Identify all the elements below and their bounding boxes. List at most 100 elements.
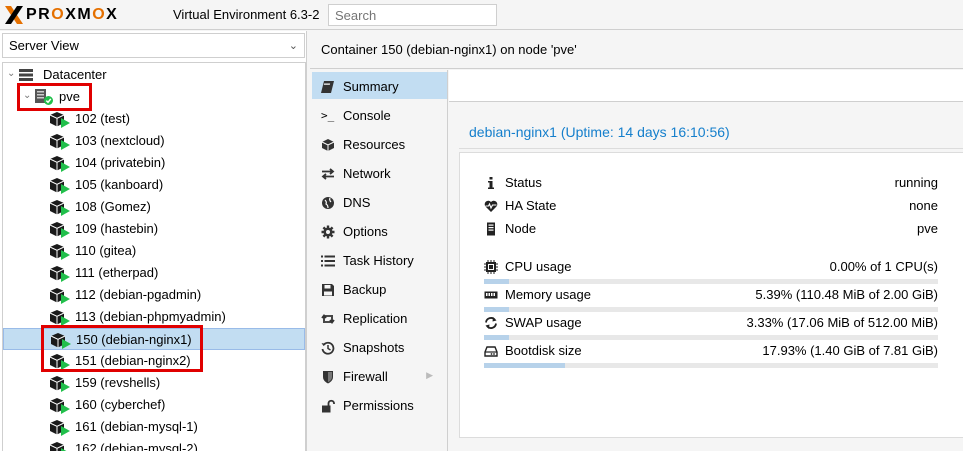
nav-firewall[interactable]: Firewall ▶: [312, 362, 447, 389]
nav-dns[interactable]: DNS: [312, 188, 447, 215]
swap-usage-label: SWAP usage: [505, 315, 582, 330]
nav-network[interactable]: Network: [312, 159, 447, 186]
cpu-usage-bar: [484, 279, 938, 284]
nav-resources[interactable]: Resources: [312, 130, 447, 157]
container-running-icon: [49, 178, 70, 194]
tree-label: 160 (cyberchef): [75, 397, 166, 412]
memory-usage-value: 5.39% (110.48 MiB of 2.00 GiB): [755, 287, 938, 302]
unlock-icon: [322, 399, 335, 413]
nav-backup[interactable]: Backup: [312, 275, 447, 302]
container-running-icon: [49, 200, 70, 216]
tree-item-container[interactable]: 159 (revshells): [3, 372, 305, 394]
nav-label: Options: [343, 224, 388, 239]
bootdisk-size-label: Bootdisk size: [505, 343, 582, 358]
container-running-icon: [49, 266, 70, 282]
nav-label: Console: [343, 108, 391, 123]
container-running-icon: [49, 112, 70, 128]
tree-item-container[interactable]: 108 (Gomez): [3, 196, 305, 218]
nav-snapshots[interactable]: Snapshots: [312, 333, 447, 360]
search-input[interactable]: [328, 4, 497, 26]
tree-item-container[interactable]: 112 (debian-pgadmin): [3, 284, 305, 306]
usage-row-bootdisk: Bootdisk size 17.93% (1.40 GiB of 7.81 G…: [484, 341, 938, 361]
info-icon: [488, 177, 494, 189]
tree-label: 113 (debian-phpmyadmin): [75, 309, 226, 324]
view-selector-value: Server View: [9, 38, 79, 53]
nav-label: Backup: [343, 282, 387, 297]
usage-row-swap: SWAP usage 3.33% (17.06 MiB of 512.00 Mi…: [484, 313, 938, 333]
nav-options[interactable]: Options: [312, 217, 447, 244]
server-icon: [487, 222, 495, 236]
nav-label: DNS: [343, 195, 371, 210]
tree-item-container[interactable]: 111 (etherpad): [3, 262, 305, 284]
tree-item-container[interactable]: 104 (privatebin): [3, 152, 305, 174]
proxmox-logo[interactable]: PROXMOX: [4, 5, 118, 25]
tree-label: 110 (gitea): [75, 243, 137, 258]
nav-summary[interactable]: Summary: [312, 72, 447, 99]
nav-label: Resources: [343, 137, 406, 152]
node-label: Node: [505, 221, 537, 236]
nav-label: Replication: [343, 311, 408, 326]
nav-replication[interactable]: Replication: [312, 304, 447, 331]
container-running-icon: [49, 398, 70, 414]
tree-item-container[interactable]: 102 (test): [3, 108, 305, 130]
container-running-icon: [49, 376, 70, 392]
nav-label: Task History: [343, 253, 414, 268]
tree-item-container[interactable]: 162 (debian-mysql-2): [3, 438, 305, 451]
brand-name: PROXMOX: [26, 6, 119, 23]
globe-icon: [322, 197, 334, 209]
tree-item-container[interactable]: 105 (kanboard): [3, 174, 305, 196]
status-label: Status: [505, 175, 542, 190]
swap-usage-bar: [484, 335, 938, 340]
gear-icon: [321, 225, 335, 239]
cpu-icon: [484, 260, 498, 274]
submenu-arrow-icon[interactable]: ▶: [426, 370, 433, 381]
nav-console[interactable]: >_ Console: [312, 101, 447, 128]
nav-permissions[interactable]: Permissions: [312, 391, 447, 418]
bootdisk-size-value: 17.93% (1.40 GiB of 7.81 GiB): [762, 343, 938, 358]
tree-label: 108 (Gomez): [75, 199, 151, 214]
memory-icon: [484, 291, 498, 299]
summary-title-bar: debian-nginx1 (Uptime: 14 days 16:10:56): [459, 116, 963, 149]
nav-label: Summary: [343, 79, 399, 94]
container-nav: Summary >_ Console Resources Network DNS…: [310, 70, 448, 451]
ha-state-value: none: [909, 198, 938, 213]
tree-label: Datacenter: [43, 67, 107, 82]
status-value: running: [894, 175, 938, 190]
book-icon: [321, 81, 334, 93]
tree-label: 159 (revshells): [75, 375, 161, 390]
swap-usage-value: 3.33% (17.06 MiB of 512.00 MiB): [746, 315, 939, 330]
nav-task-history[interactable]: Task History: [312, 246, 447, 273]
swap-icon: [485, 317, 497, 329]
tree-label: 111 (etherpad): [75, 265, 159, 280]
highlight-box-containers: [41, 325, 203, 372]
tree-item-container[interactable]: 160 (cyberchef): [3, 394, 305, 416]
tree-label: 104 (privatebin): [75, 155, 166, 170]
tree-label: 103 (nextcloud): [75, 133, 165, 148]
container-running-icon: [49, 310, 70, 326]
expander-icon[interactable]: ⌄: [7, 68, 15, 79]
ha-state-label: HA State: [505, 198, 557, 213]
tree-label: 109 (hastebin): [75, 221, 159, 236]
tree-item-container[interactable]: 103 (nextcloud): [3, 130, 305, 152]
cube-icon: [321, 139, 335, 151]
tree-item-container[interactable]: 109 (hastebin): [3, 218, 305, 240]
container-running-icon: [49, 420, 70, 436]
content-header: Container 150 (debian-nginx1) on node 'p…: [310, 31, 963, 69]
status-panel: Status running HA State none Node pve CP…: [459, 152, 963, 438]
nav-label: Firewall: [343, 369, 388, 384]
view-selector[interactable]: Server View ⌄: [2, 33, 305, 58]
terminal-icon: >_: [321, 109, 335, 122]
heartbeat-icon: [484, 200, 498, 212]
history-icon: [321, 341, 335, 355]
status-row-ha-state: HA State none: [484, 196, 938, 216]
tree-label: 112 (debian-pgadmin): [75, 287, 202, 302]
container-running-icon: [49, 134, 70, 150]
top-bar: PROXMOX Virtual Environment 6.3-2: [0, 0, 963, 30]
container-running-icon: [49, 442, 67, 451]
memory-usage-label: Memory usage: [505, 287, 591, 302]
tree-item-container[interactable]: 161 (debian-mysql-1): [3, 416, 305, 438]
status-row-status: Status running: [484, 173, 938, 193]
tree-item-container[interactable]: 110 (gitea): [3, 240, 305, 262]
usage-row-memory: Memory usage 5.39% (110.48 MiB of 2.00 G…: [484, 285, 938, 305]
chevron-down-icon[interactable]: ⌄: [289, 39, 298, 52]
